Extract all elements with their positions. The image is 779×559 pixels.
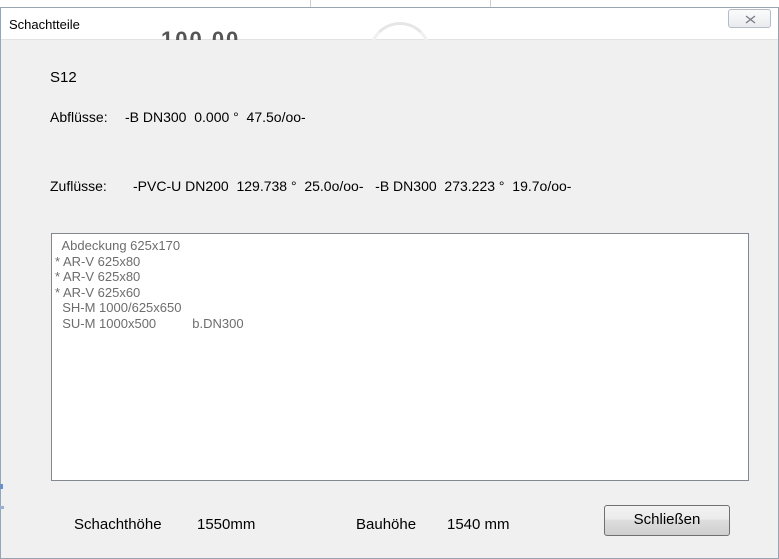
outflows-value: -B DN300 0.000 ° 47.5o/oo- [125, 109, 306, 125]
list-item[interactable]: * AR-V 625x80 [55, 269, 745, 285]
shaft-height-value: 1550mm [197, 516, 256, 533]
build-height-label: Bauhöhe [356, 516, 417, 533]
close-dialog-button[interactable]: Schließen [604, 505, 730, 536]
window-title: Schachtteile [9, 17, 80, 32]
outflows-label: Abflüsse: [50, 109, 108, 125]
list-item[interactable]: SH-M 1000/625x650 [55, 300, 745, 316]
background-circle-shape [369, 22, 431, 41]
parts-listbox[interactable]: Abdeckung 625x170 * AR-V 625x80 * AR-V 6… [51, 233, 749, 481]
list-item[interactable]: * AR-V 625x60 [55, 285, 745, 301]
list-item[interactable]: Abdeckung 625x170 [55, 238, 745, 254]
build-height-value: 1540 mm [447, 516, 510, 533]
inflows-label: Zuflüsse: [50, 178, 107, 194]
background-grid-line [310, 0, 311, 7]
background-value-text: 100.00 [161, 27, 241, 40]
shaft-height-label: Schachthöhe [74, 516, 162, 533]
window-close-button[interactable] [728, 9, 771, 28]
shaft-name: S12 [50, 69, 77, 86]
schachtteile-dialog: Schachtteile 100.00 S12 Abflüsse: -B DN3… [0, 7, 779, 559]
list-item[interactable]: SU-M 1000x500 b.DN300 [55, 316, 745, 332]
close-icon [745, 15, 756, 24]
background-grid-line [490, 0, 491, 7]
window-edge-marker [0, 506, 4, 509]
list-item[interactable]: * AR-V 625x80 [55, 254, 745, 270]
inflows-value: -PVC-U DN200 129.738 ° 25.0o/oo- -B DN30… [133, 178, 572, 194]
window-edge-marker [0, 484, 3, 489]
